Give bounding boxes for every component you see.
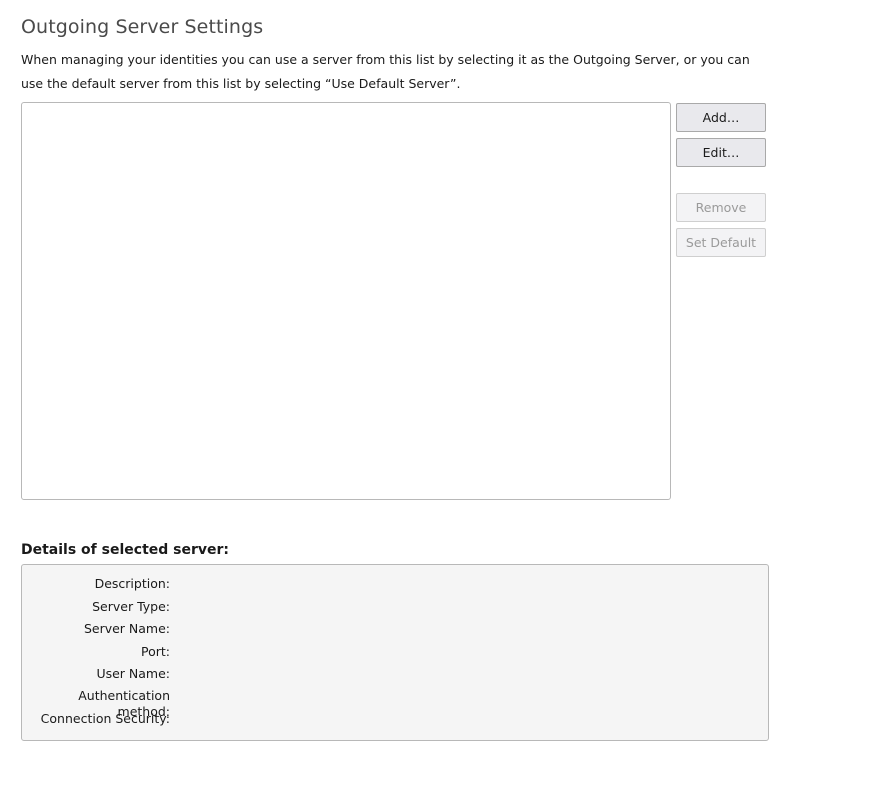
- outgoing-server-settings-page: Outgoing Server Settings When managing y…: [0, 0, 870, 792]
- detail-label-server-type: Server Type:: [92, 599, 170, 614]
- details-heading: Details of selected server:: [21, 542, 230, 558]
- page-description: When managing your identities you can us…: [21, 52, 750, 91]
- detail-label-description: Description:: [94, 576, 170, 591]
- set-default-server-button[interactable]: Set Default: [676, 228, 766, 257]
- remove-server-button[interactable]: Remove: [676, 193, 766, 222]
- detail-label-user-name: User Name:: [96, 666, 170, 681]
- detail-label-port: Port:: [141, 644, 170, 659]
- add-server-button[interactable]: Add…: [676, 103, 766, 132]
- page-title: Outgoing Server Settings: [21, 16, 264, 38]
- smtp-server-list[interactable]: [21, 102, 671, 500]
- server-details-panel: Description: Server Type: Server Name: P…: [21, 564, 769, 741]
- edit-server-button[interactable]: Edit…: [676, 138, 766, 167]
- detail-label-server-name: Server Name:: [83, 621, 170, 636]
- detail-label-connection-security: Connection Security:: [40, 711, 170, 726]
